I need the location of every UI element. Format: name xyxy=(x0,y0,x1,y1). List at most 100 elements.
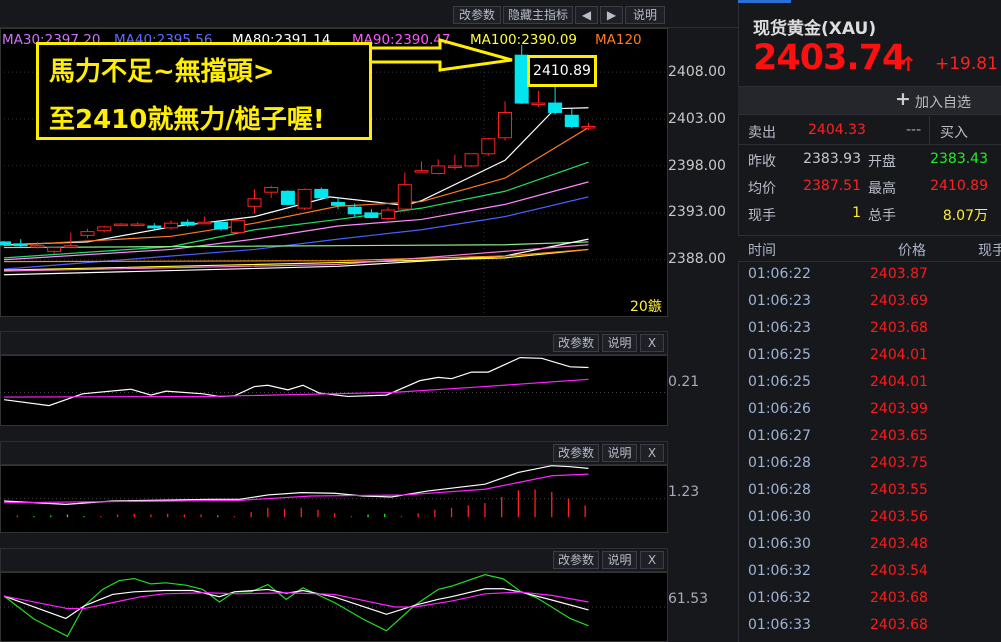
indicator-line xyxy=(3,378,589,398)
add-watchlist-button[interactable]: + 加入自选 xyxy=(738,86,1001,115)
stat-value: 2383.43 xyxy=(930,151,988,167)
candle xyxy=(414,161,429,173)
candle xyxy=(431,159,446,175)
candle xyxy=(314,187,329,199)
tick-price: 2403.68 xyxy=(870,617,928,633)
last-price: 2403.74 xyxy=(753,38,906,78)
candle xyxy=(113,223,128,227)
close-panel-button[interactable]: X xyxy=(640,551,664,569)
tick-time: 01:06:33 xyxy=(748,617,811,633)
col-price: 价格 xyxy=(898,243,926,259)
price-axis-label: 2408.00 xyxy=(668,64,726,80)
tick-time: 01:06:25 xyxy=(748,347,811,363)
tick-time: 01:06:23 xyxy=(748,320,811,336)
indicator-value: 0.21 xyxy=(668,374,700,390)
stat-value: 2383.93 xyxy=(803,151,861,167)
stat-label: 昨收 xyxy=(748,154,776,170)
change-params-button[interactable]: 改参数 xyxy=(553,334,599,352)
ma-line xyxy=(3,161,589,259)
sell-dash: --- xyxy=(906,122,922,138)
tick-time: 01:06:23 xyxy=(748,293,811,309)
candle xyxy=(13,239,28,248)
price-axis-label: 2398.00 xyxy=(668,158,726,174)
annotation-box: 馬力不足~無擋頭> 至2410就無力/槌子喔! xyxy=(36,42,372,140)
indicator-line xyxy=(3,574,589,638)
candle xyxy=(80,228,95,239)
col-volume: 现手 xyxy=(978,243,1001,259)
indicator-chart xyxy=(0,357,668,407)
candle xyxy=(63,232,78,248)
annotation-line-1: 馬力不足~無擋頭> xyxy=(49,57,275,87)
buy-label: 买入 xyxy=(940,125,968,141)
candle xyxy=(97,225,112,233)
stat-value: 1 xyxy=(852,205,861,221)
stat-label: 最高 xyxy=(868,181,896,197)
tick-price: 2403.87 xyxy=(870,266,928,282)
indicator-line xyxy=(3,357,589,407)
tick-price: 2403.68 xyxy=(870,590,928,606)
tick-price: 2403.99 xyxy=(870,401,928,417)
indicator-value: 61.53 xyxy=(668,591,709,607)
change-params-button[interactable]: 改参数 xyxy=(553,551,599,569)
help-button[interactable]: 说明 xyxy=(602,551,637,569)
candle xyxy=(397,172,412,212)
indicator-line xyxy=(3,591,589,610)
candle xyxy=(214,220,229,231)
help-button[interactable]: 说明 xyxy=(602,444,637,462)
help-button[interactable]: 说明 xyxy=(602,334,637,352)
ticks-header xyxy=(738,235,1001,262)
tick-price: 2403.48 xyxy=(870,536,928,552)
close-panel-button[interactable]: X xyxy=(640,444,664,462)
tick-price: 2403.55 xyxy=(870,482,928,498)
active-tab-indicator xyxy=(738,0,791,3)
close-panel-button[interactable]: X xyxy=(640,334,664,352)
tick-price: 2404.01 xyxy=(870,374,928,390)
tick-price: 2403.54 xyxy=(870,563,928,579)
stat-label: 均价 xyxy=(748,181,776,197)
price-change: +19.81 xyxy=(935,54,998,74)
candle xyxy=(197,216,212,225)
tick-time: 01:06:26 xyxy=(748,401,811,417)
add-watchlist-label: 加入自选 xyxy=(915,95,971,111)
indicator-chart xyxy=(0,465,668,518)
candle xyxy=(447,154,462,170)
sell-value: 2404.33 xyxy=(808,122,866,138)
stat-value: 2410.89 xyxy=(930,178,988,194)
candle xyxy=(247,189,262,214)
tick-time: 01:06:28 xyxy=(748,455,811,471)
tick-time: 01:06:27 xyxy=(748,428,811,444)
candle xyxy=(364,209,379,219)
tick-time: 01:06:30 xyxy=(748,536,811,552)
tick-price: 2403.75 xyxy=(870,455,928,471)
candle xyxy=(164,220,178,230)
indicator-value: 1.23 xyxy=(668,484,700,500)
divider xyxy=(738,144,1001,145)
period-label: 20鏃 xyxy=(630,299,662,315)
tick-time: 01:06:28 xyxy=(748,482,811,498)
up-arrow-icon: ↑ xyxy=(900,52,917,76)
ma-line xyxy=(3,181,589,261)
col-time: 时间 xyxy=(748,243,776,259)
stat-value: 2387.51 xyxy=(803,178,861,194)
instrument-title: 现货黄金(XAU) xyxy=(753,19,877,39)
tick-time: 01:06:30 xyxy=(748,509,811,525)
price-axis-label: 2393.00 xyxy=(668,204,726,220)
stat-value: 8.07万 xyxy=(942,208,988,224)
stat-label: 开盘 xyxy=(868,154,896,170)
candle xyxy=(0,240,11,246)
tick-time: 01:06:25 xyxy=(748,374,811,390)
stat-label: 总手 xyxy=(868,208,896,224)
candle xyxy=(264,185,279,198)
tick-price: 2403.69 xyxy=(870,293,928,309)
indicator-chart xyxy=(0,574,668,638)
high-price-label: 2410.89 xyxy=(527,55,597,87)
divider xyxy=(929,116,930,144)
candle xyxy=(297,188,312,211)
tick-time: 01:06:22 xyxy=(748,266,811,282)
stat-label: 现手 xyxy=(748,208,776,224)
candle xyxy=(381,207,396,221)
sell-label: 卖出 xyxy=(748,125,776,141)
tick-price: 2403.65 xyxy=(870,428,928,444)
change-params-button[interactable]: 改参数 xyxy=(553,444,599,462)
tick-price: 2403.68 xyxy=(870,320,928,336)
